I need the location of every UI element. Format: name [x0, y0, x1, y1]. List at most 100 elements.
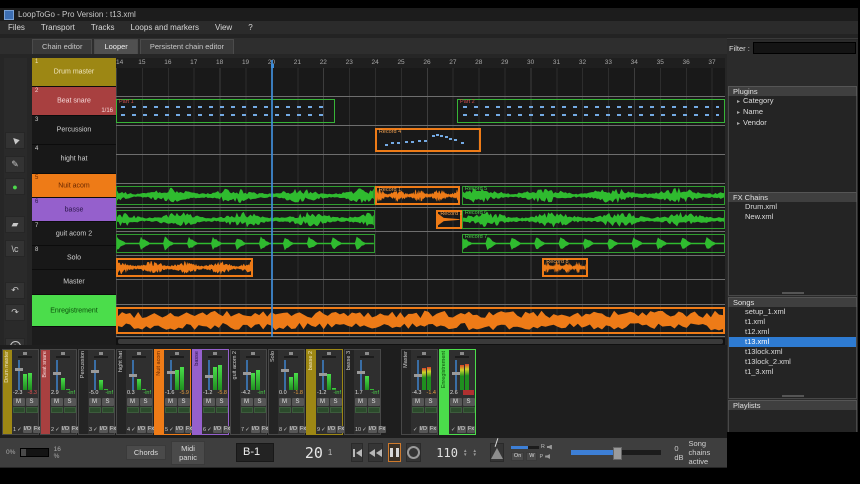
track-item-basse[interactable]: 6basse	[32, 198, 116, 222]
select-tool[interactable]: ▶	[5, 132, 25, 149]
volume-fader[interactable]	[284, 360, 286, 390]
io-button[interactable]: I/O	[175, 426, 184, 433]
mixer-strip-master[interactable]: Master-4.3-1.4MS✓I/OFx	[401, 349, 438, 435]
mixer-strip-basse-2[interactable]: basse 2-1.2-infMS9✓I/OFx	[306, 349, 343, 435]
metronome-button[interactable]	[490, 443, 504, 462]
list-item-drum-xml[interactable]: Drum.xml	[729, 202, 856, 212]
mute-button[interactable]: M	[241, 398, 253, 406]
fader-thumb[interactable]	[129, 374, 137, 377]
clip[interactable]: Record 1	[375, 186, 460, 205]
io-button[interactable]: I/O	[419, 426, 428, 433]
track-item-hight-hat[interactable]: 4hight hat	[32, 145, 116, 174]
click-w-button[interactable]: W	[526, 452, 537, 461]
track-row-master[interactable]	[116, 280, 725, 305]
mixer-strip-guit-acom-2[interactable]: guit acom 2-4.2-infMS7✓I/OFx	[230, 349, 267, 435]
io-button[interactable]: I/O	[368, 426, 377, 433]
menu-tracks[interactable]: Tracks	[91, 23, 115, 32]
io-button[interactable]: I/O	[213, 426, 222, 433]
volume-fader[interactable]	[18, 360, 20, 390]
io-button[interactable]: I/O	[289, 426, 298, 433]
tab-persistent-chain-editor[interactable]: Persistent chain editor	[140, 39, 234, 54]
solo-button[interactable]: S	[178, 398, 190, 406]
expand-icon[interactable]: ▸	[737, 121, 740, 127]
track-row-enregistrement[interactable]	[116, 305, 725, 337]
chords-button[interactable]: Chords	[126, 445, 166, 460]
solo-button[interactable]: S	[26, 398, 38, 406]
timeline-grid[interactable]: Part 1Part 2Record 4Record 1Record 5Reco…	[116, 68, 725, 337]
mixer-strip-basse[interactable]: basse-1.2-5.8MS6✓I/OFx	[192, 349, 229, 435]
fader-thumb[interactable]	[53, 372, 61, 375]
volume-fader[interactable]	[132, 360, 134, 390]
list-item-setup-1-xml[interactable]: setup_1.xml	[729, 307, 856, 317]
go-to-start-button[interactable]	[351, 443, 363, 462]
mixer-strip-drum-master[interactable]: Drum master-2.3-8.3MS1✓I/OFx	[2, 349, 39, 435]
volume-fader[interactable]	[56, 360, 58, 390]
mute-button[interactable]: M	[127, 398, 139, 406]
clip[interactable]	[116, 307, 725, 334]
menu-[interactable]: ?	[248, 23, 252, 32]
solo-button[interactable]: S	[292, 398, 304, 406]
track-item-master[interactable]: Master	[32, 270, 116, 295]
chord-tool[interactable]: \c	[5, 240, 25, 257]
mute-button[interactable]: M	[355, 398, 367, 406]
track-item-drum-master[interactable]: 1Drum master	[32, 58, 116, 87]
track-item-enregistrement[interactable]: Enregistrement	[32, 295, 116, 327]
pan-slider[interactable]	[246, 356, 260, 358]
redo-button[interactable]: ↷	[5, 304, 25, 321]
mixer-strip-hight-hat[interactable]: hight hat0.3-infMS4✓I/OFx	[116, 349, 153, 435]
channel-enabled-check[interactable]: ✓	[413, 427, 418, 433]
io-button[interactable]: I/O	[99, 426, 108, 433]
solo-button[interactable]: S	[463, 398, 475, 406]
tempo-tap-button[interactable]: ▲▼	[472, 449, 476, 457]
menu-loops-and-markers[interactable]: Loops and markers	[131, 23, 199, 32]
track-item-solo[interactable]: 8Solo	[32, 246, 116, 270]
track-row-drum-master[interactable]	[116, 68, 725, 97]
io-button[interactable]: I/O	[457, 426, 466, 433]
pan-slider[interactable]	[322, 356, 336, 358]
fx-button[interactable]: Fx	[378, 426, 386, 433]
menu-view[interactable]: View	[215, 23, 232, 32]
brush-tool[interactable]: ▰	[5, 216, 25, 233]
mixer-strip-solo[interactable]: Solo0.0-1.8MS8✓I/OFx	[268, 349, 305, 435]
fader-thumb[interactable]	[414, 374, 422, 377]
expand-icon[interactable]: ▸	[737, 110, 740, 116]
fader-thumb[interactable]	[91, 370, 99, 373]
solo-button[interactable]: S	[425, 398, 437, 406]
track-row-percussion[interactable]: Record 4	[116, 126, 725, 155]
track-item-beat-snare[interactable]: 2Beat snare1/16	[32, 87, 116, 116]
tab-chain-editor[interactable]: Chain editor	[32, 39, 92, 54]
channel-enabled-check[interactable]: ✓	[362, 427, 367, 433]
fader-thumb[interactable]	[243, 372, 251, 375]
expand-icon[interactable]: ▸	[737, 99, 740, 105]
pan-slider[interactable]	[360, 356, 374, 358]
solo-button[interactable]: S	[140, 398, 152, 406]
solo-button[interactable]: S	[368, 398, 380, 406]
clip[interactable]: Part 1	[116, 99, 335, 123]
track-row-nuit-acom[interactable]: Record 1Record 5	[116, 184, 725, 208]
tree-item-name[interactable]: ▸Name	[729, 107, 856, 118]
channel-enabled-check[interactable]: ✓	[245, 427, 250, 433]
list-item-t13lock-2-xml[interactable]: t13lock_2.xml	[729, 357, 856, 367]
mixer-strip-enregistrement[interactable]: Enregistrement2.6MS✓I/OFx	[439, 349, 476, 435]
rewind-button[interactable]	[368, 443, 383, 462]
mute-button[interactable]: M	[203, 398, 215, 406]
solo-button[interactable]: S	[102, 398, 114, 406]
track-row-beat-snare[interactable]: Part 1Part 2	[116, 97, 725, 126]
pan-slider[interactable]	[208, 356, 222, 358]
track-row-guit-acom-2[interactable]: Record 7	[116, 232, 725, 256]
mute-button[interactable]: M	[317, 398, 329, 406]
list-item-t13-xml[interactable]: t13.xml	[729, 337, 856, 347]
track-item-nuit-acom[interactable]: 5Nuit acom	[32, 174, 116, 198]
tempo-up-button[interactable]: ▲▼	[463, 449, 467, 457]
pan-slider[interactable]	[417, 356, 431, 358]
master-volume-slider[interactable]	[571, 450, 661, 455]
mixer-strip-percussion[interactable]: Percussion-5.0-infMS3✓I/OFx	[78, 349, 115, 435]
fader-thumb[interactable]	[319, 373, 327, 376]
mute-button[interactable]: M	[450, 398, 462, 406]
track-row-hight-hat[interactable]	[116, 155, 725, 184]
menu-files[interactable]: Files	[8, 23, 25, 32]
channel-enabled-check[interactable]: ✓	[17, 427, 22, 433]
midi-panic-button[interactable]: Midi panic	[171, 441, 205, 465]
solo-button[interactable]: S	[254, 398, 266, 406]
solo-button[interactable]: S	[64, 398, 76, 406]
